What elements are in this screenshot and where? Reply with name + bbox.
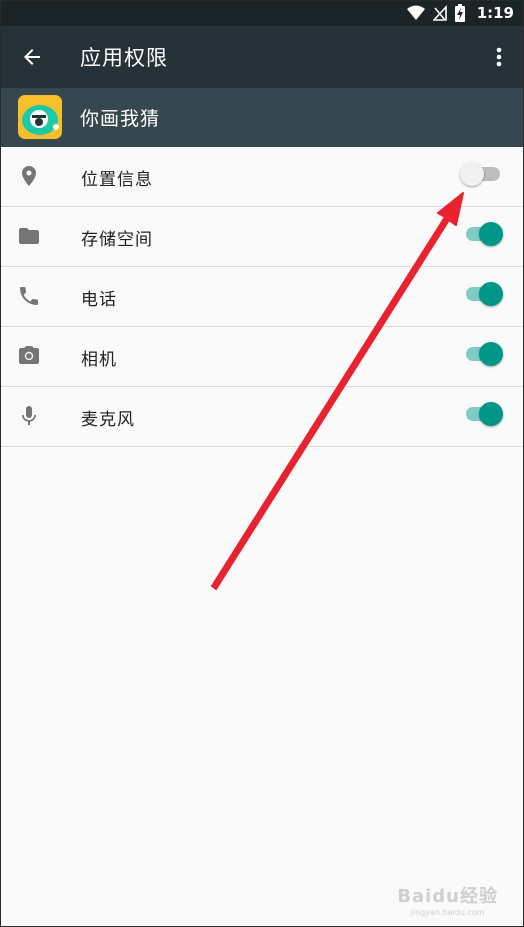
permission-row-camera[interactable]: 相机 xyxy=(0,327,524,387)
watermark-sub: jingyan.baidu.com xyxy=(410,908,485,917)
permission-label: 电话 xyxy=(81,290,117,310)
app-header: 你画我猜 xyxy=(0,88,524,147)
mic-icon xyxy=(22,406,36,425)
permission-label: 麦克风 xyxy=(81,410,135,430)
watermark-main: Baidu经验 xyxy=(397,886,498,907)
permission-row-microphone[interactable]: 麦克风 xyxy=(0,387,524,447)
location-icon xyxy=(22,166,36,186)
no-signal-icon xyxy=(432,5,447,21)
wifi-icon xyxy=(406,5,425,20)
app-bar: 应用权限 xyxy=(0,26,524,88)
toggle-thumb xyxy=(479,222,503,246)
microphone-toggle[interactable] xyxy=(466,402,503,426)
permission-row-storage[interactable]: 存储空间 xyxy=(0,207,524,267)
app-icon xyxy=(18,95,62,139)
more-vert-icon[interactable] xyxy=(490,45,508,69)
location-toggle[interactable] xyxy=(460,162,500,186)
toggle-thumb xyxy=(479,402,503,426)
permission-row-location[interactable]: 位置信息 xyxy=(0,147,524,207)
status-time: 1:19 xyxy=(476,4,514,22)
permission-row-phone[interactable]: 电话 xyxy=(0,267,524,327)
permission-label: 位置信息 xyxy=(81,170,153,190)
camera-icon xyxy=(19,346,39,364)
toggle-thumb xyxy=(479,342,503,366)
permission-label: 相机 xyxy=(81,350,117,370)
permission-label: 存储空间 xyxy=(81,230,153,250)
arrow-back-icon[interactable] xyxy=(20,45,44,69)
phone-toggle[interactable] xyxy=(466,282,503,306)
storage-toggle[interactable] xyxy=(466,222,503,246)
battery-charging-icon xyxy=(454,4,465,22)
status-icons: 1:19 xyxy=(406,4,514,22)
phone-icon xyxy=(20,287,38,305)
folder-icon xyxy=(19,228,39,244)
toggle-thumb xyxy=(460,162,484,186)
permission-list: 位置信息 存储空间 电话 相机 麦克风 xyxy=(0,147,524,447)
toggle-thumb xyxy=(479,282,503,306)
watermark: Baidu经验 jingyan.baidu.com xyxy=(397,882,498,917)
app-name: 你画我猜 xyxy=(80,108,161,130)
page-title: 应用权限 xyxy=(80,46,168,70)
status-bar: 1:19 xyxy=(0,0,524,26)
camera-toggle[interactable] xyxy=(466,342,503,366)
